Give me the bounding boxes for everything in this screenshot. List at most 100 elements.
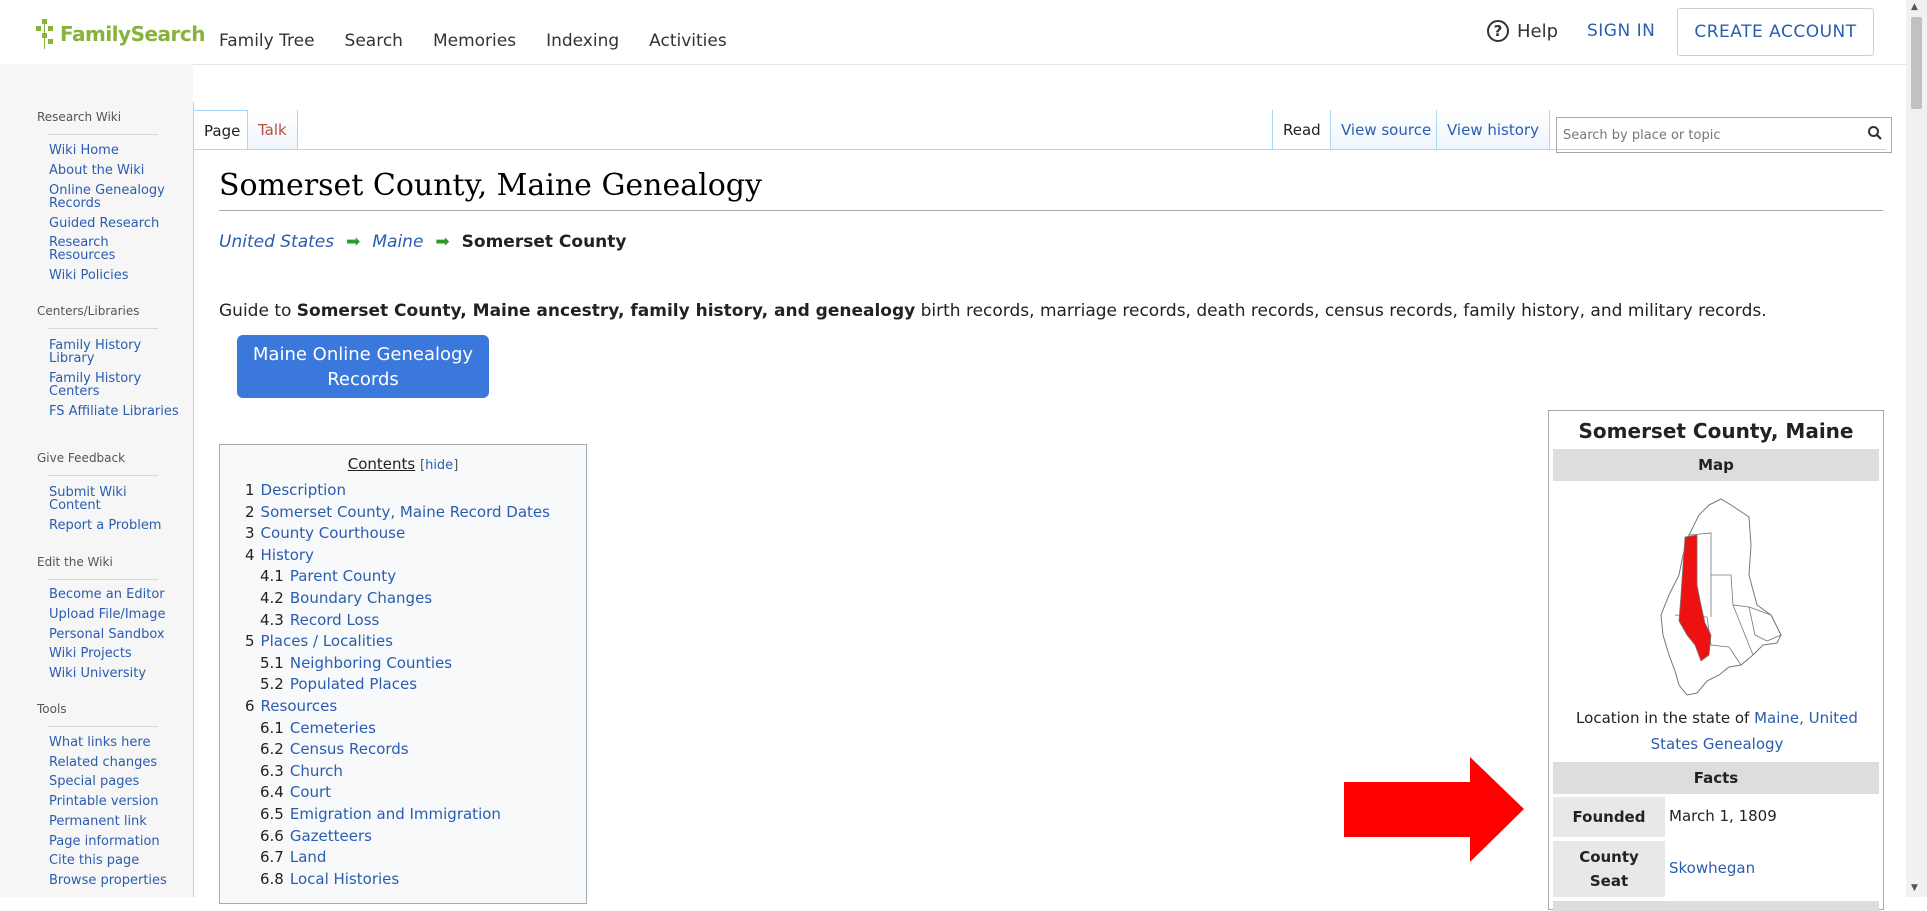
search-placeholder: Search by place or topic [1563, 127, 1721, 143]
founded-label: Founded [1553, 797, 1665, 837]
sidebar-item-upload-file[interactable]: Upload File/Image [49, 608, 179, 621]
sidebar-item-browse-properties[interactable]: Browse properties [49, 874, 179, 887]
sidebar-item-page-information[interactable]: Page information [49, 835, 179, 848]
sidebar-item-wiki-home[interactable]: Wiki Home [49, 144, 179, 157]
tab-view-history[interactable]: View history [1436, 110, 1550, 150]
toc-item[interactable]: 5.2 Populated Places [260, 675, 417, 693]
toc-item[interactable]: 4.3 Record Loss [260, 611, 379, 629]
toc-item[interactable]: 5 Places / Localities [245, 632, 393, 650]
sidebar-item-special-pages[interactable]: Special pages [49, 775, 179, 788]
create-account-button[interactable]: CREATE ACCOUNT [1677, 8, 1874, 56]
page-scrollbar[interactable]: ▲ ▼ [1906, 0, 1927, 897]
sidebar-item-report-problem[interactable]: Report a Problem [49, 519, 179, 532]
toc-item[interactable]: 6.6 Gazetteers [260, 827, 372, 845]
sidebar-item-fs-affiliate[interactable]: FS Affiliate Libraries [49, 405, 179, 418]
toc-item[interactable]: 2 Somerset County, Maine Record Dates [245, 503, 550, 521]
toc-item[interactable]: 6.4 Court [260, 783, 331, 801]
search-icon[interactable] [1867, 125, 1883, 141]
toc-item-label: Gazetteers [289, 826, 372, 845]
toc-item[interactable]: 6.3 Church [260, 762, 343, 780]
scroll-up-icon[interactable]: ▲ [1911, 2, 1918, 12]
nav-indexing[interactable]: Indexing [546, 31, 619, 51]
content-left-border [193, 102, 194, 897]
sidebar-item-fh-centers[interactable]: Family History Centers [49, 372, 179, 398]
nav-activities[interactable]: Activities [649, 31, 727, 51]
map-caption: Location in the state of Maine, United S… [1559, 705, 1875, 757]
toc-item[interactable]: 6 Resources [245, 697, 337, 715]
sidebar-item-about-wiki[interactable]: About the Wiki [49, 164, 179, 177]
sign-in-link[interactable]: SIGN IN [1587, 21, 1655, 41]
toc-item[interactable]: 5.1 Neighboring Counties [260, 654, 452, 672]
breadcrumb-united-states[interactable]: United States [219, 232, 334, 252]
toc-item-number: 6.3 [260, 761, 284, 780]
sidebar-item-wiki-policies[interactable]: Wiki Policies [49, 269, 179, 282]
toc-item-label: Populated Places [289, 675, 418, 694]
toc-item-number: 4.1 [260, 567, 284, 586]
sidebar-divider [48, 475, 158, 476]
toc-item-label: Emigration and Immigration [289, 805, 501, 823]
sidebar-item-what-links-here[interactable]: What links here [49, 736, 179, 749]
sidebar-item-wiki-projects[interactable]: Wiki Projects [49, 647, 179, 660]
sidebar-item-guided-research[interactable]: Guided Research [49, 217, 179, 230]
nav-family-tree[interactable]: Family Tree [219, 31, 315, 51]
wiki-search-input[interactable]: Search by place or topic [1556, 117, 1892, 153]
help-link[interactable]: ? Help [1487, 20, 1558, 42]
sidebar-item-become-editor[interactable]: Become an Editor [49, 588, 179, 601]
nav-search[interactable]: Search [345, 31, 403, 51]
toc-item-label: Census Records [289, 740, 409, 759]
breadcrumb-maine[interactable]: Maine [372, 232, 423, 252]
nav-memories[interactable]: Memories [433, 31, 516, 51]
toc-item[interactable]: 1 Description [245, 481, 346, 499]
sidebar-item-submit-content[interactable]: Submit Wiki Content [49, 486, 179, 512]
help-label: Help [1517, 20, 1559, 42]
toc-item-label: Resources [260, 697, 338, 715]
maine-online-records-button[interactable]: Maine Online Genealogy Records [237, 335, 489, 398]
toc-item-number: 5.1 [260, 653, 284, 672]
toc-item[interactable]: 4 History [245, 546, 314, 564]
toc-item[interactable]: 6.5 Emigration and Immigration [260, 805, 501, 823]
sidebar-item-fh-library[interactable]: Family History Library [49, 339, 179, 365]
toc-item-label: Places / Localities [260, 632, 393, 651]
toc-item-number: 4 [245, 545, 255, 564]
sidebar-item-related-changes[interactable]: Related changes [49, 756, 179, 769]
sidebar-item-research-resources[interactable]: Research Resources [49, 236, 179, 262]
scroll-down-icon[interactable]: ▼ [1911, 883, 1918, 893]
tab-talk[interactable]: Talk [247, 110, 298, 150]
breadcrumb-current: Somerset County [461, 232, 627, 252]
guide-intro: Guide to Somerset County, Maine ancestry… [219, 301, 1767, 321]
toc-item-label: Neighboring Counties [289, 653, 453, 672]
breadcrumb: United States ➡ Maine ➡ Somerset County [219, 232, 626, 252]
toc-item[interactable]: 3 County Courthouse [245, 524, 405, 542]
toc-item[interactable]: 6.8 Local Histories [260, 870, 399, 888]
toc-item-number: 6.6 [260, 826, 284, 845]
sidebar-item-permanent-link[interactable]: Permanent link [49, 815, 179, 828]
toc-item-number: 4.3 [260, 610, 284, 629]
toc-item[interactable]: 4.1 Parent County [260, 567, 396, 585]
toc-item[interactable]: 4.2 Boundary Changes [260, 589, 432, 607]
toc-hide-link[interactable]: hide [425, 458, 453, 473]
sidebar-item-printable-version[interactable]: Printable version [49, 795, 179, 808]
tab-view-source[interactable]: View source [1330, 110, 1442, 150]
arrow-right-icon: ➡ [435, 232, 450, 252]
scrollbar-thumb[interactable] [1911, 17, 1922, 109]
sidebar-item-personal-sandbox[interactable]: Personal Sandbox [49, 628, 179, 641]
sidebar-item-wiki-university[interactable]: Wiki University [49, 667, 179, 680]
sidebar-item-online-records[interactable]: Online Genealogy Records [49, 184, 179, 210]
county-seat-link[interactable]: Skowhegan [1669, 859, 1755, 877]
toc-item[interactable]: 6.2 Census Records [260, 740, 409, 758]
toc-hide-toggle[interactable]: [hide] [420, 458, 458, 473]
toc-item-label: County Courthouse [260, 524, 406, 543]
toc-item-label: Record Loss [289, 610, 380, 629]
maine-county-map[interactable] [1649, 495, 1789, 700]
top-navigation: FamilySearch Family Tree Search Memories… [0, 0, 1906, 65]
sidebar-item-cite-page[interactable]: Cite this page [49, 854, 179, 867]
tab-page[interactable]: Page [194, 110, 251, 150]
toc-title: Contents [hide] [220, 455, 586, 473]
infobox-map-header: Map [1553, 449, 1879, 481]
wiki-sidebar: Research Wiki Wiki Home About the Wiki O… [0, 64, 193, 897]
familysearch-logo[interactable]: FamilySearch [36, 16, 206, 52]
tab-read[interactable]: Read [1272, 110, 1331, 150]
toc-item[interactable]: 6.7 Land [260, 848, 326, 866]
sidebar-heading-feedback: Give Feedback [37, 451, 126, 465]
toc-item[interactable]: 6.1 Cemeteries [260, 719, 376, 737]
